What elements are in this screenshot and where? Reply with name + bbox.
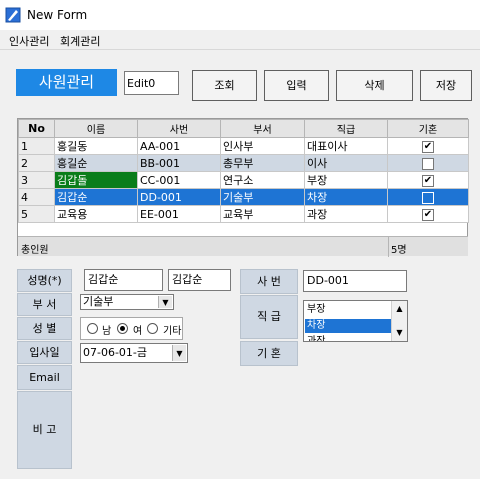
- married-checkbox[interactable]: ✔: [422, 174, 434, 187]
- employee-grid[interactable]: No 이름 사번 부서 직급 기혼 1 홍길동 AA-001 인사부 대표이사 …: [17, 118, 469, 257]
- cell-id[interactable]: EE-001: [137, 205, 221, 223]
- cell-married[interactable]: [387, 188, 469, 206]
- table-row[interactable]: 1 홍길동 AA-001 인사부 대표이사 ✔: [18, 137, 469, 155]
- cell-rank[interactable]: 과장: [304, 205, 388, 223]
- gender-radio-other[interactable]: [147, 323, 158, 334]
- gender-radio-female[interactable]: [117, 323, 128, 334]
- cell-id[interactable]: CC-001: [137, 171, 221, 189]
- cell-dept[interactable]: 연구소: [220, 171, 305, 189]
- cell-no: 2: [18, 154, 55, 172]
- cell-id[interactable]: DD-001: [137, 188, 221, 206]
- rank-scrollbar[interactable]: ▲ ▼: [391, 301, 407, 341]
- cell-rank[interactable]: 부장: [304, 171, 388, 189]
- grid-footer: 총인원 5명: [18, 236, 468, 257]
- grid-header-row: No 이름 사번 부서 직급 기혼: [18, 119, 469, 138]
- cell-name[interactable]: 교육용: [54, 205, 138, 223]
- cell-no: 5: [18, 205, 55, 223]
- name-label: 성명(*): [17, 269, 72, 292]
- married-checkbox[interactable]: [422, 191, 434, 204]
- col-header-no[interactable]: No: [18, 119, 55, 138]
- cell-name[interactable]: 홍길동: [54, 137, 138, 155]
- table-row-selected[interactable]: 4 김갑순 DD-001 기술부 차장: [18, 188, 469, 206]
- rank-option[interactable]: 과장: [305, 335, 391, 341]
- page-title: 사원관리: [16, 69, 117, 96]
- col-header-id[interactable]: 사번: [137, 119, 221, 138]
- table-row[interactable]: 3 김갑돌 CC-001 연구소 부장 ✔: [18, 171, 469, 189]
- hire-date-label: 입사일: [17, 341, 72, 364]
- col-header-rank[interactable]: 직급: [304, 119, 388, 138]
- cell-dept[interactable]: 기술부: [220, 188, 305, 206]
- dept-combo[interactable]: 기술부 ▼: [80, 294, 174, 310]
- married-checkbox[interactable]: ✔: [422, 140, 434, 153]
- rank-listbox[interactable]: 부장 차장 과장 ▲ ▼: [303, 300, 408, 342]
- cell-married[interactable]: [387, 154, 469, 172]
- married-checkbox[interactable]: [422, 157, 434, 170]
- cell-no: 3: [18, 171, 55, 189]
- cell-id[interactable]: AA-001: [137, 137, 221, 155]
- cell-rank[interactable]: 대표이사: [304, 137, 388, 155]
- gender-male-label: 남: [102, 326, 112, 337]
- grid-table: No 이름 사번 부서 직급 기혼 1 홍길동 AA-001 인사부 대표이사 …: [18, 119, 469, 223]
- cell-name[interactable]: 홍길순: [54, 154, 138, 172]
- cell-no: 1: [18, 137, 55, 155]
- cell-married[interactable]: ✔: [387, 205, 469, 223]
- total-count: 5명: [388, 237, 468, 257]
- cell-rank[interactable]: 이사: [304, 154, 388, 172]
- gender-radio-male[interactable]: [87, 323, 98, 334]
- id-label: 사 번: [240, 269, 298, 294]
- rank-option-selected[interactable]: 차장: [305, 319, 391, 333]
- edit0-input[interactable]: [124, 71, 179, 95]
- married-label: 기 혼: [240, 341, 298, 366]
- married-checkbox[interactable]: ✔: [422, 208, 434, 221]
- email-label: Email: [17, 365, 72, 390]
- cell-name[interactable]: 김갑순: [54, 188, 138, 206]
- title-bar: New Form: [0, 0, 480, 30]
- form-client-area: [0, 50, 480, 479]
- cell-married[interactable]: ✔: [387, 171, 469, 189]
- window-title: New Form: [27, 8, 88, 22]
- insert-button[interactable]: 입력: [264, 70, 329, 101]
- cell-name[interactable]: 김갑돌: [54, 171, 138, 189]
- id-field[interactable]: DD-001: [303, 270, 407, 292]
- gender-radio-group: 남 여 기타: [80, 317, 183, 340]
- delete-button[interactable]: 삭제: [336, 70, 413, 101]
- dept-label: 부 서: [17, 293, 72, 316]
- memo-label: 비 고: [17, 391, 72, 469]
- name-field[interactable]: 김갑순: [84, 269, 163, 291]
- app-form-icon: [5, 7, 21, 23]
- gender-label: 성 별: [17, 317, 72, 340]
- table-row[interactable]: 2 홍길순 BB-001 총무부 이사: [18, 154, 469, 172]
- cell-id[interactable]: BB-001: [137, 154, 221, 172]
- cell-dept[interactable]: 인사부: [220, 137, 305, 155]
- gender-female-label: 여: [133, 326, 143, 337]
- total-label: 총인원: [21, 245, 49, 256]
- gender-other-label: 기타: [163, 326, 182, 337]
- chevron-down-icon[interactable]: ▼: [158, 296, 172, 308]
- name-alt-field[interactable]: 김갑순: [168, 269, 231, 291]
- cell-no: 4: [18, 188, 55, 206]
- search-button[interactable]: 조회: [192, 70, 257, 101]
- menu-bar: 인사관리 회계관리: [0, 30, 480, 50]
- col-header-name[interactable]: 이름: [54, 119, 138, 138]
- menu-hr[interactable]: 인사관리: [9, 33, 49, 49]
- chevron-down-icon[interactable]: ▼: [172, 345, 186, 361]
- hire-date-value: 07-06-01-금: [83, 346, 148, 359]
- hire-date-picker[interactable]: 07-06-01-금 ▼: [80, 343, 188, 363]
- cell-married[interactable]: ✔: [387, 137, 469, 155]
- save-button[interactable]: 저장: [420, 70, 472, 101]
- chevron-up-icon[interactable]: ▲: [392, 303, 407, 315]
- col-header-dept[interactable]: 부서: [220, 119, 305, 138]
- rank-label: 직 급: [240, 295, 298, 339]
- cell-rank[interactable]: 차장: [304, 188, 388, 206]
- cell-dept[interactable]: 총무부: [220, 154, 305, 172]
- col-header-married[interactable]: 기혼: [387, 119, 469, 138]
- menu-accounting[interactable]: 회계관리: [60, 33, 100, 49]
- cell-dept[interactable]: 교육부: [220, 205, 305, 223]
- table-row[interactable]: 5 교육용 EE-001 교육부 과장 ✔: [18, 205, 469, 223]
- rank-option[interactable]: 부장: [305, 303, 391, 317]
- dept-value: 기술부: [83, 295, 114, 308]
- chevron-down-icon[interactable]: ▼: [392, 327, 407, 339]
